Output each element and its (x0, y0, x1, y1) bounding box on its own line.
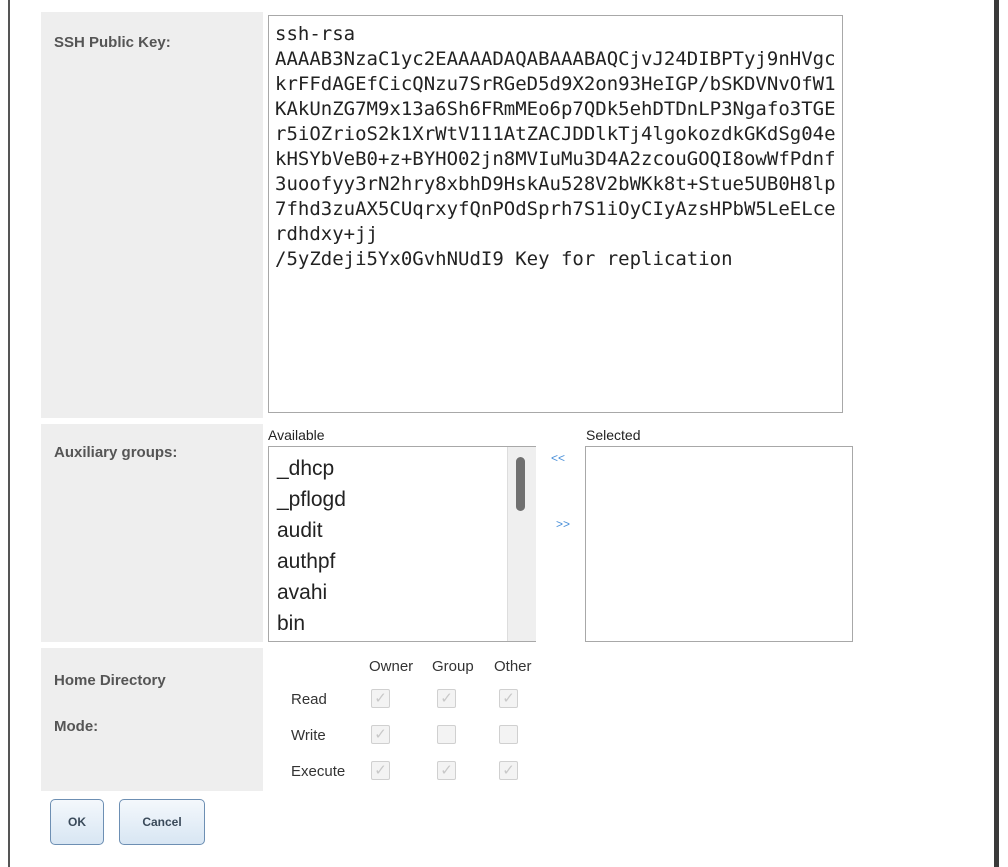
perm-row-read-label: Read (291, 691, 327, 708)
perm-col-owner: Owner (369, 658, 414, 675)
home-dir-label-line1: Home Directory (54, 672, 166, 689)
move-right-button[interactable]: >> (556, 517, 570, 531)
list-item[interactable]: bin (277, 608, 346, 639)
list-item[interactable]: _pflogd (277, 484, 346, 515)
perm-checkbox-write-other[interactable] (499, 725, 518, 744)
move-left-button[interactable]: << (551, 451, 565, 465)
list-item[interactable]: avahi (277, 577, 346, 608)
perm-row-write-label: Write (291, 727, 326, 744)
list-item[interactable]: _dhcp (277, 453, 346, 484)
perm-checkbox-write-group[interactable] (437, 725, 456, 744)
perm-checkbox-read-other[interactable]: ✓ (499, 689, 518, 708)
aux-groups-label-cell: Auxiliary groups: (41, 424, 263, 642)
perm-checkbox-execute-group[interactable]: ✓ (437, 761, 456, 780)
available-heading: Available (268, 427, 325, 443)
scrollbar-thumb[interactable] (516, 457, 525, 511)
perm-checkbox-read-owner[interactable]: ✓ (371, 689, 390, 708)
ssh-key-label: SSH Public Key: (54, 34, 171, 51)
ssh-key-label-cell: SSH Public Key: (41, 12, 263, 418)
perm-checkbox-read-group[interactable]: ✓ (437, 689, 456, 708)
perm-col-group: Group (432, 658, 474, 675)
home-dir-label-cell: Home Directory Mode: (41, 648, 263, 791)
aux-groups-label: Auxiliary groups: (54, 444, 178, 461)
list-item[interactable]: authpf (277, 546, 346, 577)
list-item[interactable]: audit (277, 515, 346, 546)
perm-checkbox-write-owner[interactable]: ✓ (371, 725, 390, 744)
available-groups-list[interactable]: _dhcp _pflogd audit authpf avahi bin (268, 446, 536, 642)
ok-button[interactable]: OK (50, 799, 104, 845)
cancel-button[interactable]: Cancel (119, 799, 205, 845)
available-list-scrollbar[interactable] (507, 447, 536, 641)
home-dir-label-line2: Mode: (54, 718, 99, 735)
window-right-border (994, 0, 999, 867)
window-left-border (8, 0, 10, 867)
perm-checkbox-execute-owner[interactable]: ✓ (371, 761, 390, 780)
perm-row-execute-label: Execute (291, 763, 346, 780)
selected-heading: Selected (586, 427, 641, 443)
ssh-public-key-textarea[interactable]: ssh-rsa AAAAB3NzaC1yc2EAAAADAQABAAABAQCj… (268, 15, 843, 413)
perm-col-other: Other (494, 658, 532, 675)
selected-groups-list[interactable] (585, 446, 853, 642)
perm-checkbox-execute-other[interactable]: ✓ (499, 761, 518, 780)
